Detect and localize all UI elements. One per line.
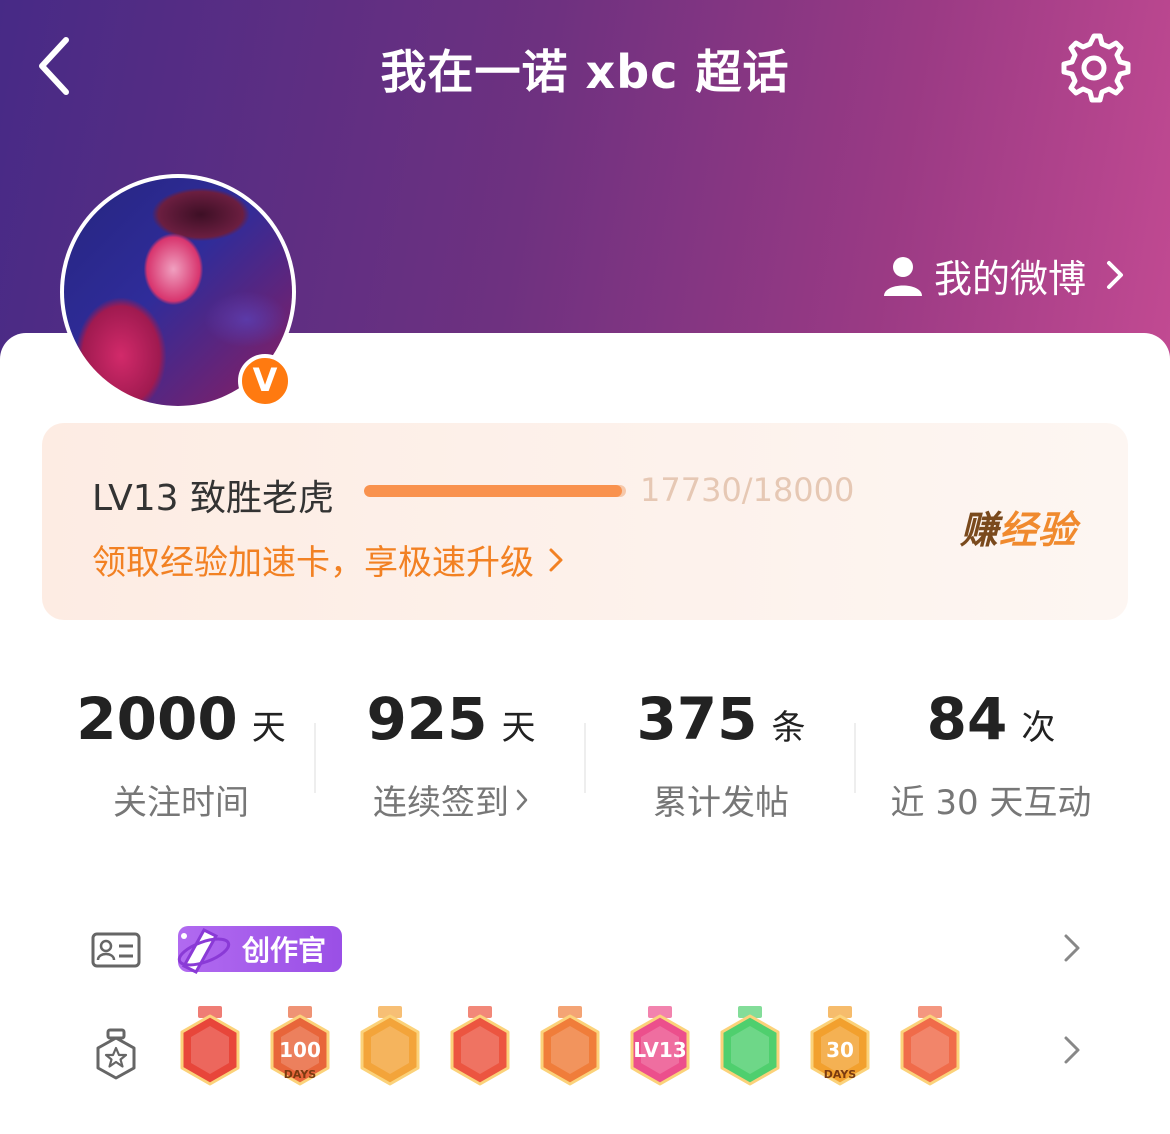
earn-suffix: 经验 bbox=[999, 508, 1078, 552]
stat-value: 2000 bbox=[76, 685, 238, 753]
stat-label: 累计发帖 bbox=[653, 783, 789, 823]
my-weibo-link[interactable]: 我的微博 bbox=[882, 248, 1126, 302]
level-card[interactable]: LV13 致胜老虎 17730/18000 领取经验加速卡，享极速升级 赚经验 bbox=[42, 423, 1128, 620]
creator-icon bbox=[177, 928, 231, 974]
30-days-medal[interactable]: 30 DAYS bbox=[806, 1006, 874, 1092]
mascot-medal[interactable] bbox=[176, 1006, 244, 1092]
rock-hand-medal[interactable] bbox=[896, 1006, 964, 1092]
chevron-right-icon bbox=[516, 789, 528, 810]
medal-subtext: DAYS bbox=[823, 1068, 857, 1081]
gear-icon bbox=[1061, 33, 1131, 103]
top-bar: 我在一诺 xbc 超话 bbox=[0, 0, 1170, 136]
earn-prefix: 赚 bbox=[960, 508, 1000, 552]
stat-label: 近 30 天互动 bbox=[890, 783, 1092, 823]
medal-shape bbox=[450, 1006, 510, 1086]
badges-card: 创作官 100 DAYS LV13 30 DAYS bbox=[42, 878, 1128, 1128]
medal-list: 100 DAYS LV13 30 DAYS bbox=[176, 1006, 964, 1092]
stat-label: 连续签到 bbox=[373, 783, 509, 823]
medal-shape bbox=[180, 1006, 240, 1086]
stat-interactions-30d: 84 次 近 30 天互动 bbox=[856, 685, 1126, 824]
stat-label: 关注时间 bbox=[113, 783, 249, 823]
stat-unit: 天 bbox=[251, 708, 286, 748]
lv13-medal[interactable]: LV13 bbox=[626, 1006, 694, 1092]
creator-title-label: 创作官 bbox=[242, 934, 327, 967]
stat-unit: 天 bbox=[501, 708, 536, 748]
level-progress-fill bbox=[364, 485, 623, 497]
stat-unit: 次 bbox=[1021, 708, 1056, 748]
settings-button[interactable] bbox=[1056, 30, 1132, 106]
stat-value: 84 bbox=[926, 685, 1008, 753]
creator-title-chip[interactable]: 创作官 bbox=[177, 926, 342, 974]
medal-shape bbox=[720, 1006, 780, 1086]
speed-card-link[interactable]: 领取经验加速卡，享极速升级 bbox=[92, 535, 564, 584]
medal-text: 30 bbox=[826, 1038, 854, 1062]
fire-mascot-medal[interactable] bbox=[536, 1006, 604, 1092]
page-title: 我在一诺 xbc 超话 bbox=[380, 45, 790, 99]
stats-card: 2000 天 关注时间 925 天 连续签到 375 条 累计发帖 84 次 近… bbox=[42, 645, 1128, 853]
level-progress-bar bbox=[364, 485, 626, 497]
earn-experience-button[interactable]: 赚经验 bbox=[960, 499, 1077, 554]
chevron-right-icon[interactable] bbox=[1062, 932, 1082, 964]
chevron-right-icon bbox=[549, 548, 563, 571]
stat-unit: 条 bbox=[771, 708, 806, 748]
chevron-right-icon[interactable] bbox=[1062, 1034, 1082, 1066]
mascot-medal-2[interactable] bbox=[446, 1006, 514, 1092]
my-weibo-label: 我的微博 bbox=[933, 256, 1086, 301]
100-days-medal[interactable]: 100 DAYS bbox=[266, 1006, 334, 1092]
stat-follow-time: 2000 天 关注时间 bbox=[46, 685, 316, 824]
medal-icon bbox=[96, 1028, 136, 1080]
verified-badge: V bbox=[238, 354, 292, 408]
medal-shape bbox=[540, 1006, 600, 1086]
level-progress-text: 17730/18000 bbox=[640, 471, 855, 509]
medal-text: LV13 bbox=[633, 1038, 687, 1062]
level-label: LV13 致胜老虎 bbox=[92, 478, 334, 519]
medal-shape bbox=[360, 1006, 420, 1086]
stat-total-posts: 375 条 累计发帖 bbox=[586, 685, 856, 824]
medal-text: 100 bbox=[279, 1038, 321, 1062]
stat-checkin-streak[interactable]: 925 天 连续签到 bbox=[316, 685, 586, 824]
stat-value: 925 bbox=[366, 685, 488, 753]
medal-subtext: DAYS bbox=[283, 1068, 317, 1081]
person-icon bbox=[883, 257, 922, 296]
stat-value: 375 bbox=[636, 685, 758, 753]
speed-card-text: 领取经验加速卡，享极速升级 bbox=[92, 543, 534, 583]
hand-medal[interactable] bbox=[716, 1006, 784, 1092]
crown-medal[interactable] bbox=[356, 1006, 424, 1092]
chevron-right-icon bbox=[1107, 261, 1123, 289]
medal-shape bbox=[900, 1006, 960, 1086]
id-card-icon bbox=[91, 932, 141, 968]
